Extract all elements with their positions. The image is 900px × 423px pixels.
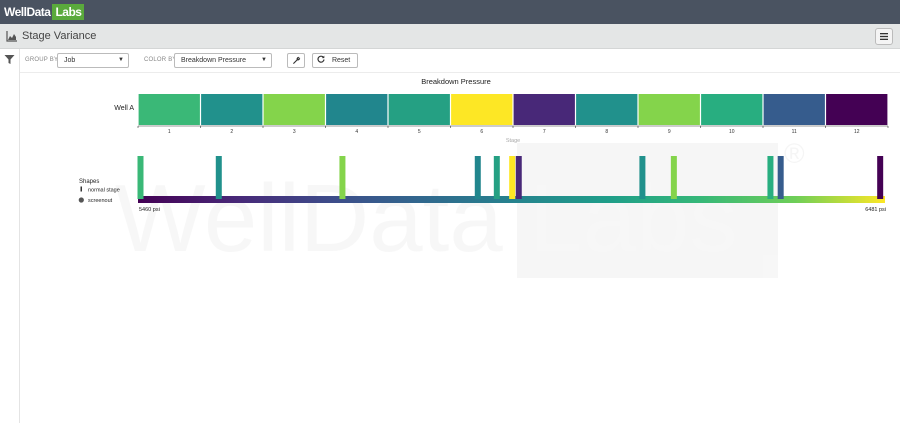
reset-label: Reset xyxy=(331,57,351,64)
color-by-label: COLOR BY xyxy=(144,57,177,63)
hamburger-icon xyxy=(880,33,888,40)
pressure-mark[interactable] xyxy=(474,156,481,199)
stage-cell-2[interactable] xyxy=(201,94,263,125)
screenout-shape-icon xyxy=(78,197,84,203)
scale-min-label: 5460 psi xyxy=(139,207,160,213)
wrench-icon xyxy=(292,56,300,64)
stage-cell-6[interactable] xyxy=(451,94,513,125)
filter-icon[interactable] xyxy=(4,54,15,65)
pressure-mark[interactable] xyxy=(877,156,884,199)
settings-button[interactable] xyxy=(287,53,305,68)
x-tick-label: 12 xyxy=(854,129,860,135)
legend-title: Shapes xyxy=(79,179,99,185)
group-by-label: GROUP BY xyxy=(25,57,59,63)
x-tick-label: 4 xyxy=(355,129,358,135)
x-tick-label: 7 xyxy=(543,129,546,135)
stage-cell-12[interactable] xyxy=(826,94,888,125)
x-axis-ticks: 1 2 3 4 5 6 7 8 9 10 11 12 xyxy=(137,126,889,135)
pressure-mark[interactable] xyxy=(767,156,774,199)
caret-down-icon: ▼ xyxy=(118,57,124,63)
logo-text: WellData xyxy=(4,5,51,19)
stage-cell-8[interactable] xyxy=(576,94,638,125)
x-tick-label: 3 xyxy=(293,129,296,135)
refresh-icon xyxy=(317,55,325,63)
x-tick-label: 2 xyxy=(230,129,233,135)
top-bar: WellData Labs xyxy=(0,0,900,24)
stage-cell-3[interactable] xyxy=(263,94,325,125)
toolbar: GROUP BY Job ▼ COLOR BY Breakdown Pressu… xyxy=(20,49,900,73)
stage-cells xyxy=(138,94,888,125)
title-bar: Stage Variance xyxy=(0,24,900,49)
page-title: Stage Variance xyxy=(22,30,97,42)
x-axis-label: Stage xyxy=(506,138,520,144)
pressure-mark[interactable] xyxy=(137,156,144,199)
x-tick-label: 1 xyxy=(168,129,171,135)
area-chart-icon xyxy=(6,31,17,42)
reset-button[interactable]: Reset xyxy=(312,53,358,68)
group-by-select[interactable]: Job ▼ xyxy=(57,53,129,68)
shapes-legend: Shapes normal stage screenout xyxy=(78,179,120,204)
menu-button[interactable] xyxy=(875,28,893,45)
stage-cell-1[interactable] xyxy=(138,94,200,125)
group-by-value: Job xyxy=(64,57,76,64)
x-tick-label: 9 xyxy=(668,129,671,135)
caret-down-icon: ▼ xyxy=(261,57,267,63)
color-by-value: Breakdown Pressure xyxy=(181,57,246,64)
pressure-mark[interactable] xyxy=(670,156,677,199)
x-tick-label: 11 xyxy=(792,129,797,135)
watermark-registered-mark: ® xyxy=(784,138,805,169)
pressure-mark[interactable] xyxy=(777,156,784,199)
pressure-mark[interactable] xyxy=(339,156,346,199)
welldata-labs-logo[interactable]: WellData Labs xyxy=(4,4,85,20)
x-tick-label: 10 xyxy=(729,129,735,135)
stage-variance-chart: WellData Labs ® Breakdown Pressure Well … xyxy=(78,77,889,278)
stage-cell-11[interactable] xyxy=(763,94,825,125)
stage-cell-5[interactable] xyxy=(388,94,450,125)
stage-cell-4[interactable] xyxy=(326,94,388,125)
scale-max-label: 6481 psi xyxy=(865,207,886,213)
pressure-mark[interactable] xyxy=(509,156,516,199)
x-tick-label: 5 xyxy=(418,129,421,135)
pressure-mark[interactable] xyxy=(639,156,646,199)
color-by-select[interactable]: Breakdown Pressure ▼ xyxy=(174,53,272,68)
stage-cell-9[interactable] xyxy=(638,94,700,125)
pressure-mark[interactable] xyxy=(493,156,500,199)
stage-cell-7[interactable] xyxy=(513,94,575,125)
x-tick-label: 8 xyxy=(605,129,608,135)
sidebar xyxy=(0,49,20,423)
pressure-mark[interactable] xyxy=(515,156,522,199)
stage-cell-10[interactable] xyxy=(701,94,763,125)
x-tick-label: 6 xyxy=(480,129,483,135)
legend-item-normal-stage: normal stage xyxy=(88,188,120,194)
normal-stage-shape-icon xyxy=(80,186,82,192)
logo-badge: Labs xyxy=(52,4,85,20)
pressure-mark[interactable] xyxy=(215,156,222,199)
legend-item-screenout: screenout xyxy=(88,198,113,204)
row-label-well-a: Well A xyxy=(114,105,134,112)
chart-title: Breakdown Pressure xyxy=(421,77,491,86)
